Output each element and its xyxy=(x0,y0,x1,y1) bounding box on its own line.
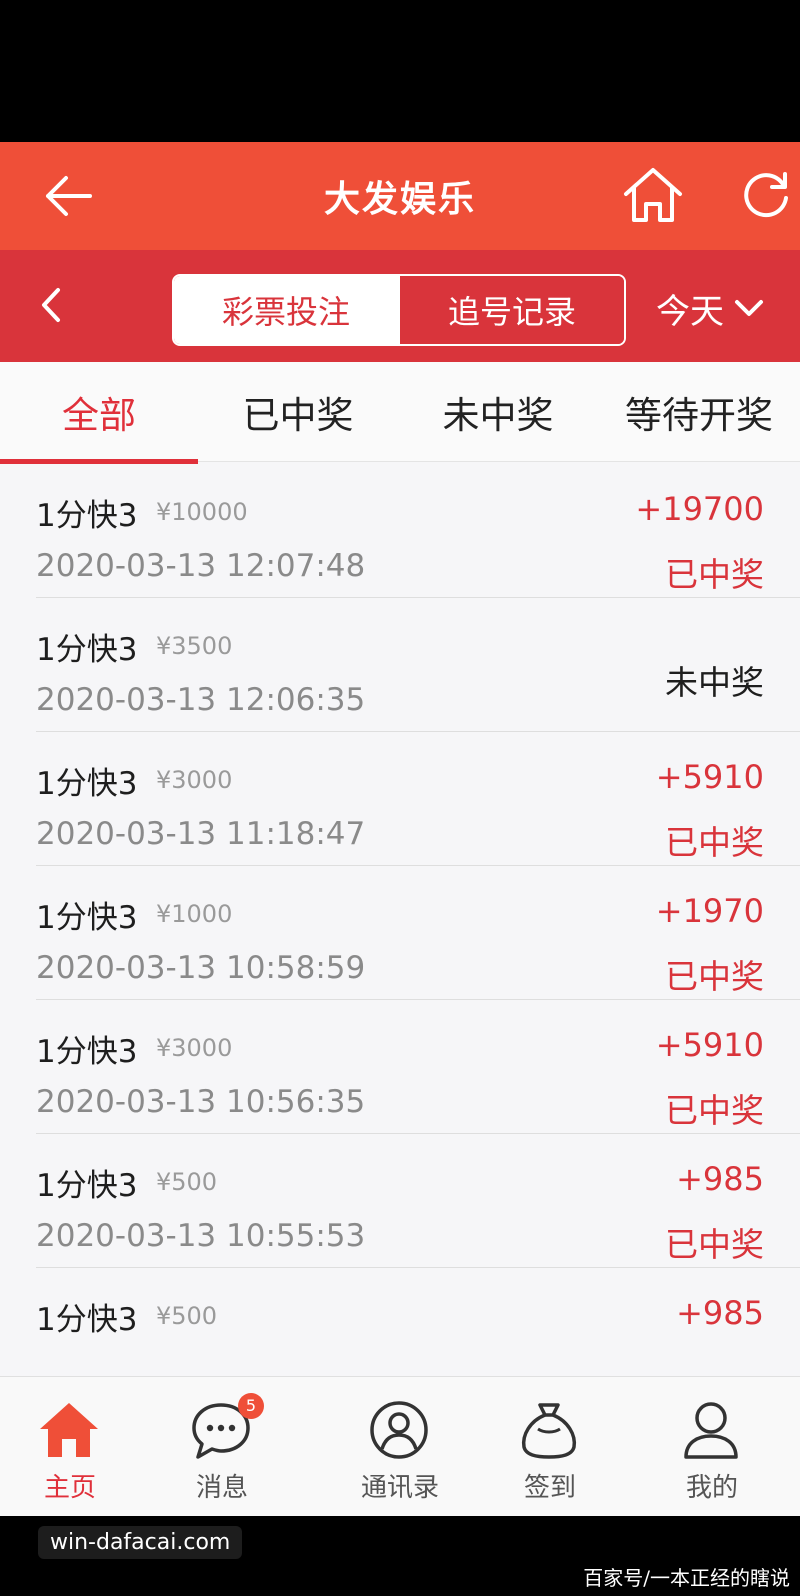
game-name: 1分快3 xyxy=(36,900,138,936)
bet-amount: ¥3500 xyxy=(156,632,233,660)
bet-amount: ¥10000 xyxy=(156,498,248,526)
bet-amount: ¥3000 xyxy=(156,1034,233,1062)
list-item[interactable]: 1分快3 ¥1000 2020-03-13 10:58:59 +1970 已中奖 xyxy=(0,866,800,1000)
date-filter-dropdown[interactable]: 今天 xyxy=(656,280,766,336)
list-item[interactable]: 1分快3 ¥500 2020-03-13 10:55:53 +985 已中奖 xyxy=(0,1134,800,1268)
tab-lottery-bets[interactable]: 彩票投注 xyxy=(174,276,398,344)
watermark-source: 百家号/一本正经的瞎说 xyxy=(583,1566,790,1590)
game-name: 1分快3 xyxy=(36,1168,138,1204)
nav-home[interactable]: 主页 xyxy=(0,1377,140,1516)
status-label: 已中奖 xyxy=(665,1225,764,1264)
status-label: 已中奖 xyxy=(665,957,764,996)
status-label: 已中奖 xyxy=(665,555,764,594)
payout: +19700 xyxy=(635,490,764,528)
bet-time: 2020-03-13 10:55:53 xyxy=(36,1218,366,1254)
home-icon[interactable] xyxy=(620,162,686,228)
bet-record-list: 1分快3 ¥10000 2020-03-13 12:07:48 +19700 已… xyxy=(0,464,800,1364)
bet-amount: ¥1000 xyxy=(156,900,233,928)
title-bar: 大发娱乐 xyxy=(0,142,800,250)
game-name: 1分快3 xyxy=(36,766,138,802)
payout: +1970 xyxy=(655,892,764,930)
money-bag-icon xyxy=(521,1403,577,1459)
top-black-bar xyxy=(0,0,800,142)
tab-not-won[interactable]: 未中奖 xyxy=(398,362,598,462)
list-item[interactable]: 1分快3 ¥3000 2020-03-13 11:18:47 +5910 已中奖 xyxy=(0,732,800,866)
list-item[interactable]: 1分快3 ¥3000 2020-03-13 10:56:35 +5910 已中奖 xyxy=(0,1000,800,1134)
bet-time: 2020-03-13 10:56:35 xyxy=(36,1084,366,1120)
bet-time: 2020-03-13 12:07:48 xyxy=(36,548,366,584)
unread-badge: 5 xyxy=(238,1393,264,1419)
home-filled-icon xyxy=(40,1403,98,1457)
game-name: 1分快3 xyxy=(36,632,138,668)
nav-label: 通讯录 xyxy=(360,1473,439,1503)
payout: +985 xyxy=(676,1294,764,1332)
watermark-domain: win-dafacai.com xyxy=(38,1526,243,1559)
list-item[interactable]: 1分快3 ¥10000 2020-03-13 12:07:48 +19700 已… xyxy=(0,464,800,598)
bottom-black-bar: win-dafacai.com 百家号/一本正经的瞎说 xyxy=(0,1516,800,1596)
bet-time: 2020-03-13 11:18:47 xyxy=(36,816,366,852)
list-item[interactable]: 1分快3 ¥500 +985 xyxy=(0,1268,800,1364)
tab-chase-records[interactable]: 追号记录 xyxy=(398,276,624,344)
contacts-icon xyxy=(370,1401,428,1459)
bottom-navigation: 主页 5 消息 通讯录 签到 我的 xyxy=(0,1376,800,1516)
bet-time: 2020-03-13 12:06:35 xyxy=(36,682,366,718)
segment-bar: 彩票投注 追号记录 今天 xyxy=(0,250,800,362)
tab-pending-draw[interactable]: 等待开奖 xyxy=(598,362,800,462)
status-filter-tabs: 全部 已中奖 未中奖 等待开奖 xyxy=(0,362,800,462)
nav-label: 我的 xyxy=(685,1473,738,1503)
nav-contacts[interactable]: 通讯录 xyxy=(330,1377,470,1516)
refresh-icon[interactable] xyxy=(738,166,794,222)
nav-label: 主页 xyxy=(43,1473,96,1503)
app-screen: 大发娱乐 彩票投注 追号记录 今天 全部 已中奖 未中奖 等待开奖 1分快3 ¥… xyxy=(0,142,800,1516)
profile-icon xyxy=(684,1402,738,1459)
bet-amount: ¥3000 xyxy=(156,766,233,794)
tab-all[interactable]: 全部 xyxy=(0,362,198,462)
tab-won[interactable]: 已中奖 xyxy=(198,362,398,462)
nav-label: 签到 xyxy=(523,1473,576,1503)
status-label: 已中奖 xyxy=(665,823,764,862)
bet-amount: ¥500 xyxy=(156,1302,218,1330)
nav-profile[interactable]: 我的 xyxy=(642,1377,782,1516)
game-name: 1分快3 xyxy=(36,1302,138,1338)
list-item[interactable]: 1分快3 ¥3500 2020-03-13 12:06:35 未中奖 xyxy=(0,598,800,732)
bet-time: 2020-03-13 10:58:59 xyxy=(36,950,366,986)
game-name: 1分快3 xyxy=(36,1034,138,1070)
chevron-down-icon xyxy=(735,300,763,316)
payout: +5910 xyxy=(655,758,764,796)
nav-label: 消息 xyxy=(195,1473,248,1503)
nav-checkin[interactable]: 签到 xyxy=(480,1377,620,1516)
payout: +5910 xyxy=(655,1026,764,1064)
chevron-left-icon[interactable] xyxy=(30,280,74,330)
status-label: 未中奖 xyxy=(665,663,764,702)
bet-amount: ¥500 xyxy=(156,1168,218,1196)
game-name: 1分快3 xyxy=(36,498,138,534)
status-label: 已中奖 xyxy=(665,1091,764,1130)
date-filter-label: 今天 xyxy=(656,291,724,332)
nav-messages[interactable]: 5 消息 xyxy=(152,1377,292,1516)
record-type-toggle: 彩票投注 追号记录 xyxy=(172,274,626,346)
payout: +985 xyxy=(676,1160,764,1198)
